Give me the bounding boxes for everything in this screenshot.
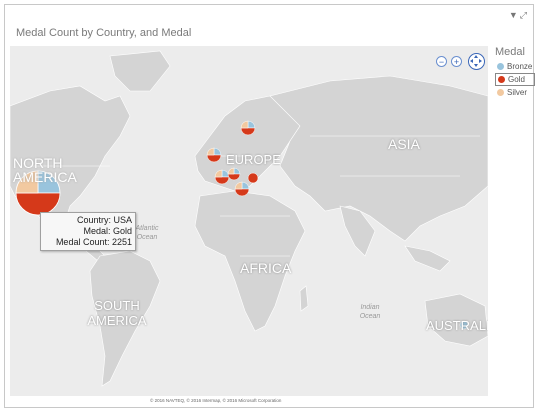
legend-item-silver[interactable]: Silver — [495, 87, 535, 98]
map-copyright: © 2016 NAVTEQ, © 2016 Intermap, © 2016 M… — [150, 398, 282, 403]
legend-item-gold[interactable]: Gold — [495, 73, 535, 86]
madagascar-land — [299, 285, 309, 312]
pie-germany[interactable] — [227, 167, 241, 181]
legend: Medal Bronze Gold Silver — [495, 46, 535, 99]
pie-france[interactable] — [214, 169, 230, 185]
tooltip-medal: Medal: Gold — [83, 226, 132, 236]
legend-swatch-gold — [498, 76, 505, 83]
zoom-out-icon[interactable]: − — [436, 56, 447, 67]
label-europe: EUROPE — [226, 152, 281, 167]
pie-uk[interactable] — [206, 147, 222, 163]
legend-label: Gold — [508, 75, 525, 84]
tooltip-count: Medal Count: 2251 — [55, 237, 132, 247]
pan-icon[interactable] — [468, 53, 485, 70]
asia-land — [269, 75, 488, 242]
label-australia: AUSTRALIA — [426, 318, 488, 333]
legend-swatch-bronze — [497, 63, 504, 70]
legend-item-bronze[interactable]: Bronze — [495, 61, 535, 72]
tooltip-country: Country: USA — [76, 215, 132, 225]
greenland-land — [109, 50, 171, 92]
legend-swatch-silver — [497, 89, 504, 96]
legend-label: Silver — [507, 88, 528, 97]
filter-icon[interactable]: ▼ — [509, 10, 520, 20]
pie-italy[interactable] — [234, 181, 250, 197]
label-south-america: SOUTH AMERICA — [87, 298, 147, 328]
legend-label: Bronze — [507, 62, 533, 71]
label-indian: Indian Ocean — [359, 304, 381, 320]
map-tooltip: Country: USA Medal: Gold Medal Count: 22… — [40, 212, 136, 251]
top-icons: ▼⤢ — [509, 10, 529, 21]
label-asia: ASIA — [388, 136, 420, 152]
label-north-america: NORTH AMERICA — [13, 155, 77, 185]
popout-icon[interactable]: ⤢ — [520, 10, 529, 20]
chart-title: Medal Count by Country, and Medal — [16, 27, 192, 39]
zoom-in-icon[interactable]: + — [451, 56, 462, 67]
label-africa: AFRICA — [240, 260, 292, 276]
southeast-asia-land — [404, 245, 451, 272]
legend-title: Medal — [495, 46, 525, 58]
pie-sweden[interactable] — [240, 120, 256, 136]
pie-hungary[interactable] — [247, 172, 259, 184]
